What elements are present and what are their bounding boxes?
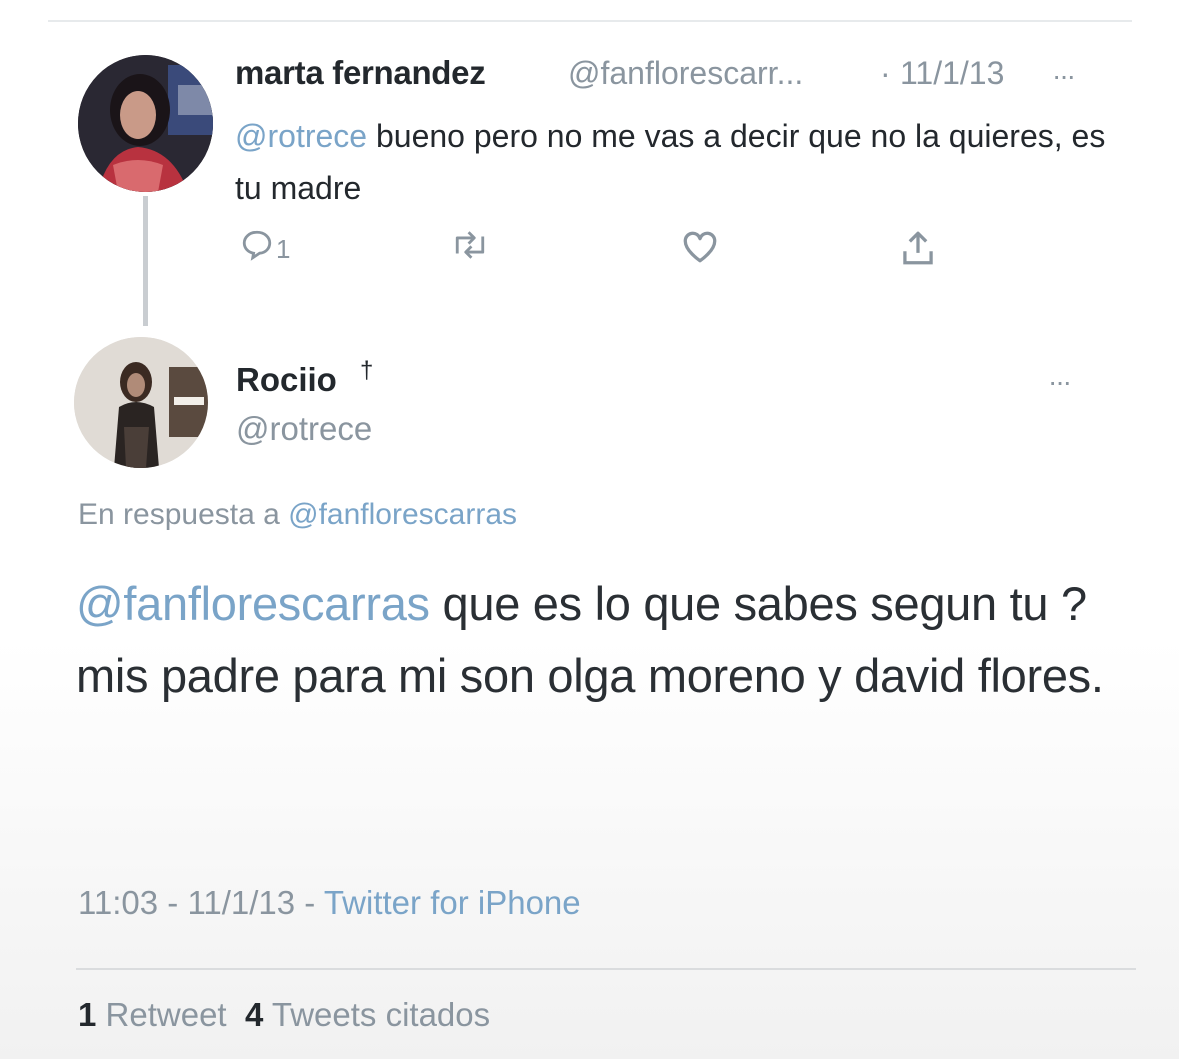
retweet-icon: [455, 231, 485, 259]
share-button[interactable]: [900, 228, 952, 272]
quotes-count: 4: [244, 996, 264, 1033]
main-tweet-text: @fanflorescarras que es lo que sabes seg…: [76, 568, 1136, 712]
reply-context: En respuesta a @fanflorescarras: [78, 498, 517, 532]
stats-divider: [76, 968, 1136, 970]
parent-tweet-text: @rotrece bueno pero no me vas a decir qu…: [235, 110, 1135, 214]
main-mention-link[interactable]: @fanflorescarras: [76, 577, 430, 630]
avatar-photo-icon: [74, 337, 208, 468]
parent-separator: ·: [880, 55, 891, 91]
reply-icon: [242, 230, 272, 261]
reply-context-label: En respuesta a: [78, 498, 289, 531]
tweet-metadata: 11:03 - 11/1/13 - Twitter for iPhone: [78, 884, 581, 922]
parent-author-handle[interactable]: @fanflorescarr...: [568, 55, 803, 92]
tweet-source-link[interactable]: Twitter for iPhone: [324, 884, 581, 921]
retweet-button[interactable]: [450, 228, 510, 272]
main-author-name[interactable]: Rociio: [236, 361, 337, 399]
avatar-marta[interactable]: [78, 55, 213, 192]
like-icon: [683, 231, 717, 263]
main-author-handle[interactable]: @rotrece: [236, 410, 372, 448]
parent-author-name[interactable]: marta fernandez: [235, 54, 486, 92]
retweets-label: Retweet: [96, 996, 227, 1033]
screenshot-frame: marta fernandez @fanflorescarr... · 11/1…: [0, 0, 1179, 1059]
parent-date[interactable]: 11/1/13: [900, 55, 1004, 92]
avatar-photo-icon: [78, 55, 213, 192]
share-icon: [903, 231, 933, 265]
main-more-icon[interactable]: ···: [1048, 366, 1072, 398]
parent-more-icon[interactable]: ···: [1052, 60, 1076, 92]
tweet-timestamp: 11:03 - 11/1/13 -: [78, 884, 324, 921]
retweets-stat[interactable]: 1 Retweet: [78, 996, 227, 1033]
quotes-label: Tweets citados: [263, 996, 491, 1033]
reply-button[interactable]: 1: [240, 228, 320, 272]
avatar-rociio[interactable]: [74, 337, 208, 468]
reply-count: 1: [276, 234, 291, 264]
name-cross-symbol: †: [360, 357, 374, 384]
like-button[interactable]: [680, 228, 730, 272]
engagement-stats: 1 Retweet 4 Tweets citados: [78, 996, 490, 1034]
quotes-stat[interactable]: 4 Tweets citados: [245, 996, 490, 1033]
parent-mention-link[interactable]: @rotrece: [235, 118, 367, 154]
top-divider: [48, 20, 1132, 22]
retweets-count: 1: [78, 996, 97, 1033]
reply-context-handle[interactable]: @fanflorescarras: [288, 498, 517, 531]
thread-connector: [143, 196, 148, 326]
